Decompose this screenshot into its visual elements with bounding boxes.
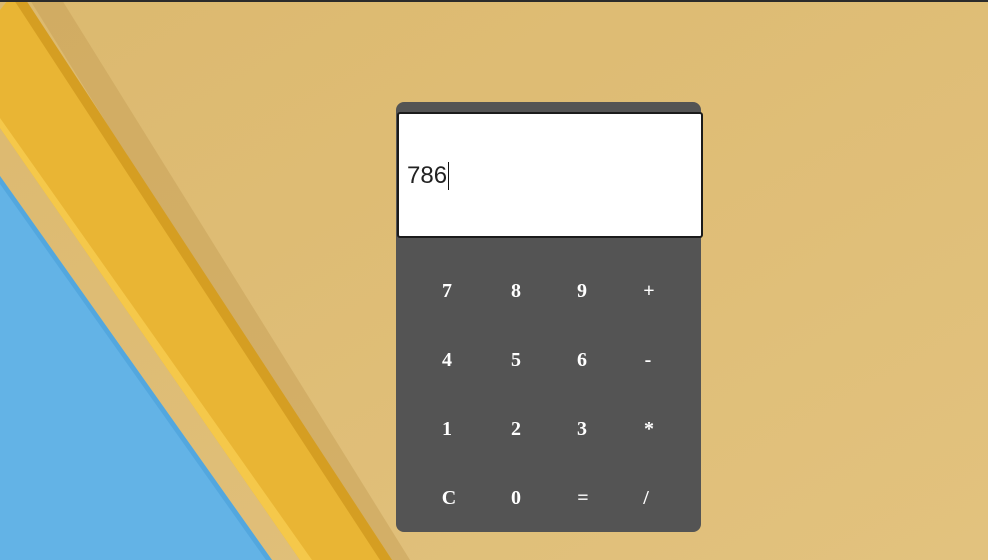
key-multiply[interactable]: * xyxy=(629,409,669,449)
key-1[interactable]: 1 xyxy=(427,409,467,449)
key-8[interactable]: 8 xyxy=(496,271,536,311)
key-0[interactable]: 0 xyxy=(496,478,536,518)
calculator-display[interactable] xyxy=(397,112,703,238)
key-minus[interactable]: - xyxy=(628,340,668,380)
key-7[interactable]: 7 xyxy=(427,271,467,311)
top-edge xyxy=(0,0,988,2)
key-clear[interactable]: C xyxy=(429,478,469,518)
key-equals[interactable]: = xyxy=(563,478,603,518)
key-4[interactable]: 4 xyxy=(427,340,467,380)
calculator: 786 7 8 9 + 4 5 6 - 1 2 3 * C 0 = / xyxy=(396,102,703,532)
key-6[interactable]: 6 xyxy=(562,340,602,380)
key-divide[interactable]: / xyxy=(626,478,666,518)
key-3[interactable]: 3 xyxy=(562,409,602,449)
key-9[interactable]: 9 xyxy=(562,271,602,311)
key-5[interactable]: 5 xyxy=(496,340,536,380)
key-plus[interactable]: + xyxy=(629,271,669,311)
key-2[interactable]: 2 xyxy=(496,409,536,449)
